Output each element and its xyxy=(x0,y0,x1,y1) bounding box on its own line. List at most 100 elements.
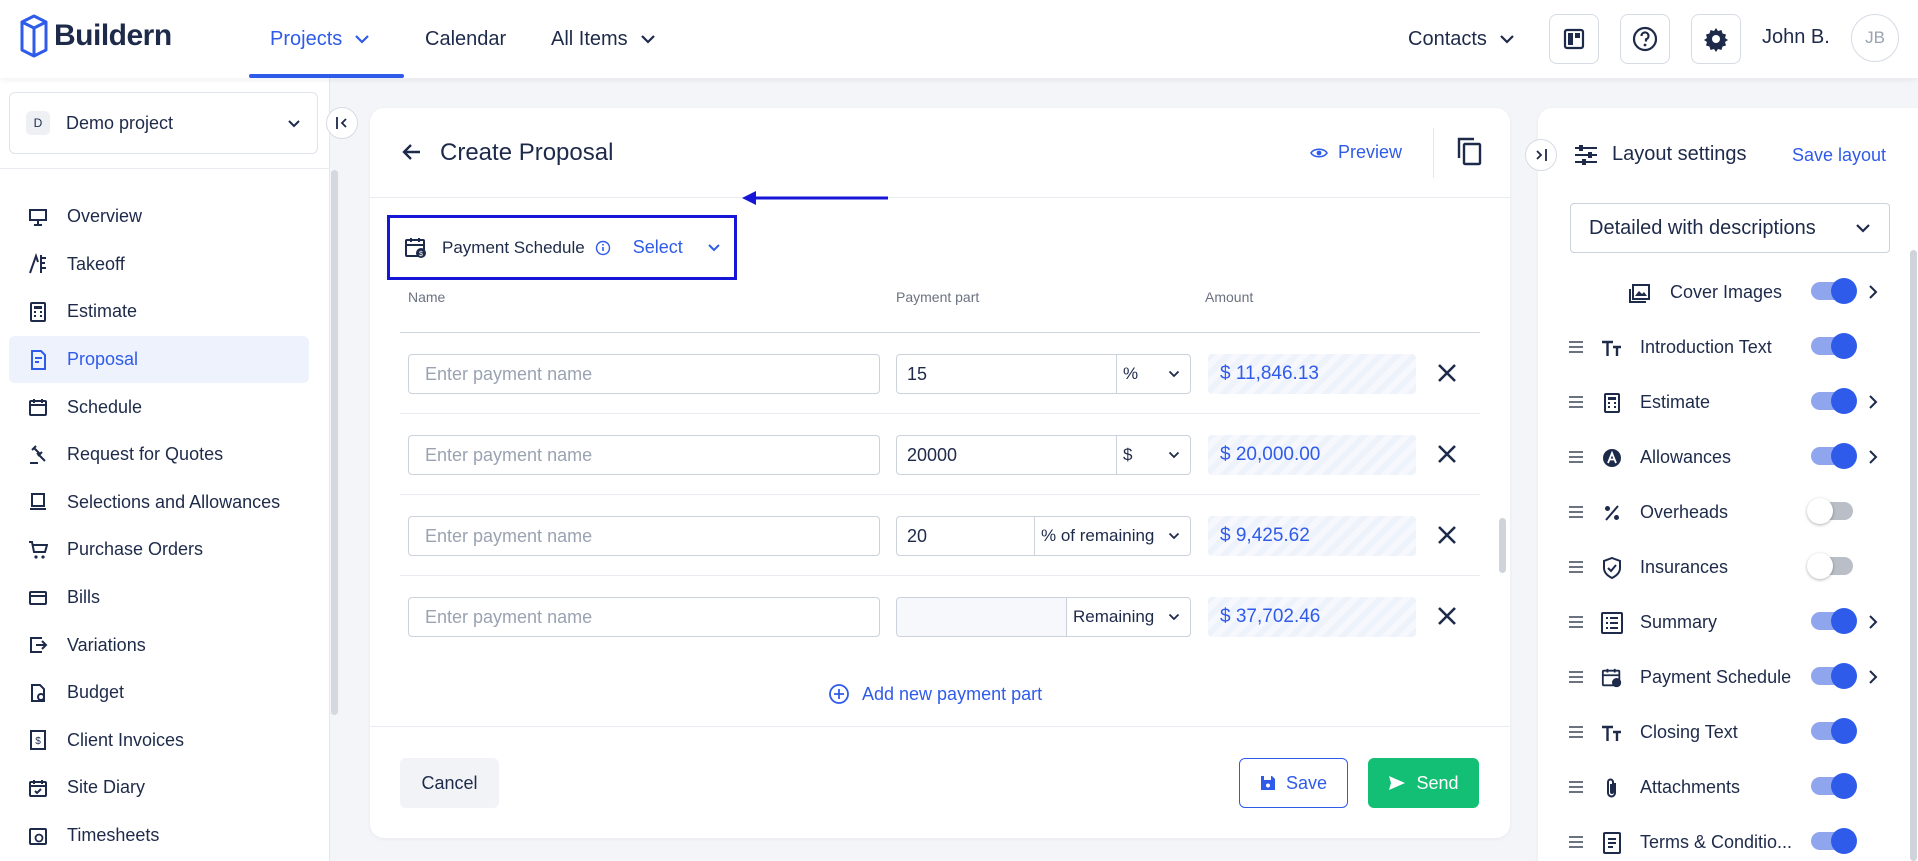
chevron-right-icon[interactable] xyxy=(1868,449,1878,465)
nav-contacts[interactable]: Contacts xyxy=(1408,0,1515,78)
layout-settings-label: Layout settings xyxy=(1612,143,1747,165)
column-header-name: Name xyxy=(408,289,446,305)
remove-row-icon[interactable] xyxy=(1435,604,1459,628)
collapse-layout-panel-button[interactable] xyxy=(1525,139,1557,171)
sidebar-item-site-diary[interactable]: Site Diary xyxy=(9,764,309,812)
sidebar-item-variations[interactable]: Variations xyxy=(9,621,309,669)
drag-handle-icon[interactable] xyxy=(1568,835,1584,849)
payment-part-field[interactable]: 15 % xyxy=(896,354,1191,394)
chevron-right-icon[interactable] xyxy=(1868,394,1878,410)
settings-button[interactable] xyxy=(1691,14,1741,64)
payment-name-input[interactable]: Enter payment name xyxy=(408,516,880,556)
sidebar-item-schedule[interactable]: Schedule xyxy=(9,383,309,431)
image-icon xyxy=(1628,281,1652,305)
payment-name-input[interactable]: Enter payment name xyxy=(408,597,880,637)
sidebar-item-proposal[interactable]: Proposal xyxy=(9,335,309,384)
add-payment-part-button[interactable]: Add new payment part xyxy=(828,683,1042,705)
payment-name-input[interactable]: Enter payment name xyxy=(408,435,880,475)
payment-unit-select[interactable]: $ xyxy=(1116,436,1190,474)
payment-unit-select[interactable]: Remaining xyxy=(1066,598,1190,636)
payment-unit-select[interactable]: % of remaining xyxy=(1034,517,1190,555)
send-button[interactable]: Send xyxy=(1368,758,1479,808)
remove-row-icon[interactable] xyxy=(1435,523,1459,547)
chevron-down-icon xyxy=(1856,224,1870,233)
toggle-switch[interactable] xyxy=(1811,828,1857,854)
toggle-switch[interactable] xyxy=(1811,443,1857,469)
payment-part-value[interactable]: 15 xyxy=(897,355,1116,393)
layout-mode-select[interactable]: Detailed with descriptions xyxy=(1570,203,1890,253)
sidebar-item-overview[interactable]: Overview xyxy=(9,193,309,241)
layout-item-label: Overheads xyxy=(1640,502,1729,522)
card-scrollbar[interactable] xyxy=(1499,518,1506,573)
toggle-switch[interactable] xyxy=(1807,498,1853,524)
drag-handle-icon[interactable] xyxy=(1568,395,1584,409)
payment-part-value[interactable]: 20 xyxy=(897,517,1034,555)
payment-part-field[interactable]: 20000 $ xyxy=(896,435,1191,475)
eye-icon xyxy=(1310,147,1328,158)
nav-calendar[interactable]: Calendar xyxy=(425,0,506,78)
toggle-switch[interactable] xyxy=(1811,663,1857,689)
percent-icon xyxy=(1600,501,1624,525)
nav-active-indicator xyxy=(249,74,404,78)
chevron-right-icon[interactable] xyxy=(1868,614,1878,630)
remove-row-icon[interactable] xyxy=(1435,361,1459,385)
chevron-right-icon[interactable] xyxy=(1868,669,1878,685)
payment-schedule-label: Payment Schedule xyxy=(442,237,585,257)
save-button[interactable]: Save xyxy=(1239,758,1348,808)
sidebar-scrollbar[interactable] xyxy=(331,170,338,715)
sidebar-item-request-for-quotes[interactable]: Request for Quotes xyxy=(9,431,309,479)
payment-part-value xyxy=(897,598,1066,636)
toggle-switch[interactable] xyxy=(1811,388,1857,414)
toggle-switch[interactable] xyxy=(1811,773,1857,799)
sidebar-item-client-invoices[interactable]: $ Client Invoices xyxy=(9,717,309,765)
chevron-right-icon[interactable] xyxy=(1868,284,1878,300)
collapse-right-icon xyxy=(1536,149,1547,161)
drag-handle-icon[interactable] xyxy=(1568,780,1584,794)
project-selector[interactable]: D Demo project xyxy=(9,92,318,154)
drag-handle-icon[interactable] xyxy=(1568,340,1584,354)
payment-amount: $ 20,000.00 xyxy=(1208,435,1416,475)
sidebar-item-bills[interactable]: Bills xyxy=(9,574,309,622)
help-button[interactable] xyxy=(1620,14,1670,64)
payment-part-value[interactable]: 20000 xyxy=(897,436,1116,474)
dashboard-button[interactable] xyxy=(1549,14,1599,64)
sidebar-item-purchase-orders[interactable]: Purchase Orders xyxy=(9,526,309,574)
sidebar-item-timesheets[interactable]: Timesheets xyxy=(9,812,309,860)
sidebar-item-estimate[interactable]: Estimate xyxy=(9,288,309,336)
collapse-sidebar-button[interactable] xyxy=(326,107,358,139)
sliders-icon xyxy=(1575,144,1597,165)
back-arrow-icon[interactable] xyxy=(400,140,424,164)
payment-name-input[interactable]: Enter payment name xyxy=(408,354,880,394)
payment-schedule-icon xyxy=(1600,666,1624,690)
brand-logo[interactable]: Buildern xyxy=(18,12,172,60)
drag-handle-icon[interactable] xyxy=(1568,505,1584,519)
nav-projects[interactable]: Projects xyxy=(270,0,370,78)
toggle-switch[interactable] xyxy=(1811,278,1857,304)
info-icon[interactable] xyxy=(595,240,611,256)
sidebar-item-budget[interactable]: Budget xyxy=(9,669,309,717)
save-layout-link[interactable]: Save layout xyxy=(1792,145,1886,166)
payment-schedule-selector[interactable]: $ Payment Schedule Select xyxy=(387,215,737,280)
toggle-switch[interactable] xyxy=(1811,718,1857,744)
drag-handle-icon[interactable] xyxy=(1568,670,1584,684)
payment-unit-select[interactable]: % xyxy=(1116,355,1190,393)
drag-handle-icon[interactable] xyxy=(1568,615,1584,629)
preview-button[interactable]: Preview xyxy=(1310,142,1402,163)
copy-icon[interactable] xyxy=(1455,136,1483,166)
remove-row-icon[interactable] xyxy=(1435,442,1459,466)
payment-schedule-select[interactable]: Select xyxy=(633,237,683,258)
calendar-icon xyxy=(27,396,49,418)
drag-handle-icon[interactable] xyxy=(1568,560,1584,574)
cancel-button[interactable]: Cancel xyxy=(400,758,499,808)
nav-all-items[interactable]: All Items xyxy=(551,0,656,78)
avatar[interactable]: JB xyxy=(1851,14,1899,62)
drag-handle-icon[interactable] xyxy=(1568,450,1584,464)
payment-part-field[interactable]: 20 % of remaining xyxy=(896,516,1191,556)
drag-handle-icon[interactable] xyxy=(1568,725,1584,739)
sidebar-item-takeoff[interactable]: Takeoff xyxy=(9,241,309,289)
sidebar-item-selections[interactable]: Selections and Allowances xyxy=(9,479,309,527)
toggle-switch[interactable] xyxy=(1811,608,1857,634)
toggle-switch[interactable] xyxy=(1807,553,1853,579)
toggle-switch[interactable] xyxy=(1811,333,1857,359)
layout-panel-scrollbar[interactable] xyxy=(1910,250,1917,861)
